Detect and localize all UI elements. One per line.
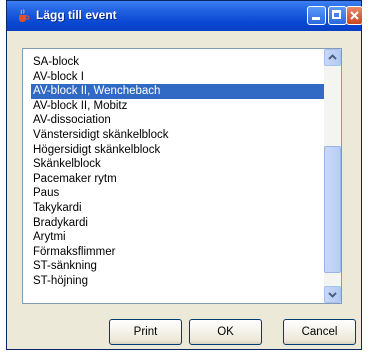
list-item[interactable]: SA-block (23, 55, 324, 70)
scroll-down-button[interactable] (324, 286, 341, 303)
chevron-down-icon (328, 292, 337, 298)
print-button[interactable]: Print (109, 319, 182, 345)
list-item[interactable]: AV-block I (23, 70, 324, 85)
list-item[interactable]: Takykardi (23, 201, 324, 216)
list-item[interactable]: Paus (23, 186, 324, 201)
ok-button[interactable]: OK (189, 319, 262, 345)
list-item[interactable]: AV-block II, Mobitz (23, 99, 324, 114)
dialog-window: Lägg till event SA-block AV-block I AV-blo… (6, 0, 363, 350)
list-item[interactable]: Arytmi (23, 230, 324, 245)
event-listbox[interactable]: SA-block AV-block I AV-block II, Wenchebac… (22, 48, 342, 304)
list-item[interactable]: ST-höjning (23, 274, 324, 289)
scroll-thumb[interactable] (324, 146, 341, 273)
list-item[interactable]: Skänkelblock (23, 157, 324, 172)
list-item[interactable]: AV-block II, Wenchebach (31, 84, 324, 99)
list-item[interactable]: Förmaksflimmer (23, 245, 324, 260)
event-list: SA-block AV-block I AV-block II, Wenchebac… (23, 55, 324, 289)
list-item[interactable]: Vänstersidigt skänkelblock (23, 128, 324, 143)
chevron-up-icon (328, 54, 337, 60)
vertical-scrollbar[interactable] (324, 49, 341, 303)
list-item[interactable]: Bradykardi (23, 216, 324, 231)
scroll-up-button[interactable] (324, 49, 341, 66)
close-icon (350, 11, 359, 20)
close-button[interactable] (346, 6, 363, 25)
list-item[interactable]: ST-sänkning (23, 259, 324, 274)
title-bar[interactable]: Lägg till event (7, 1, 363, 31)
list-item[interactable]: Högersidigt skänkelblock (23, 143, 324, 158)
list-item[interactable]: Pacemaker rytm (23, 172, 324, 187)
minimize-button[interactable] (307, 6, 326, 25)
window-title: Lägg till event (36, 8, 117, 22)
maximize-button[interactable] (328, 6, 347, 25)
java-cup-icon (19, 9, 30, 22)
list-item[interactable]: AV-dissociation (23, 113, 324, 128)
cancel-button[interactable]: Cancel (283, 319, 356, 345)
